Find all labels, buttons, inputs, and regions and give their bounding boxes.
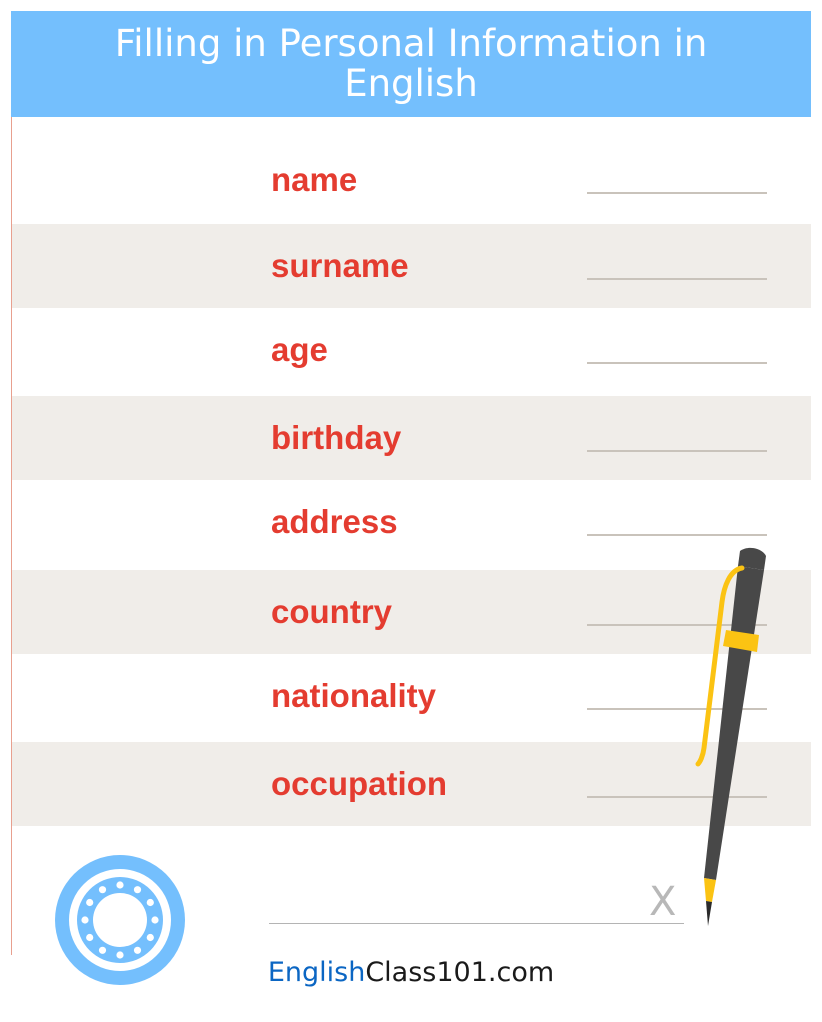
birthday-field[interactable] (587, 450, 767, 452)
field-label-address: address (271, 503, 398, 540)
surname-field[interactable] (587, 278, 767, 280)
field-label-surname: surname (271, 247, 409, 284)
form-row-name: name (12, 138, 811, 224)
field-label-name: name (271, 161, 358, 198)
page-title: Filling in Personal Information in Engli… (114, 22, 708, 105)
address-field[interactable] (587, 534, 767, 536)
name-field[interactable] (587, 192, 767, 194)
signature-mark: X (649, 879, 677, 925)
pen-icon (695, 547, 766, 926)
field-label-birthday: birthday (271, 419, 402, 456)
footer-brand-rest: Class101.com (365, 957, 555, 988)
footer-brand-accent: English (267, 957, 366, 988)
field-label-nationality: nationality (271, 677, 437, 714)
form-row-birthday: birthday (12, 396, 811, 480)
field-label-country: country (271, 593, 393, 630)
form-row-surname: surname (12, 224, 811, 308)
field-label-age: age (271, 331, 328, 368)
footer-brand: EnglishClass101.com (0, 953, 822, 993)
field-label-occupation: occupation (271, 765, 448, 802)
age-field[interactable] (587, 362, 767, 364)
signature-field[interactable] (269, 923, 684, 924)
page-header: Filling in Personal Information in Engli… (11, 11, 811, 117)
form-row-age: age (12, 308, 811, 396)
